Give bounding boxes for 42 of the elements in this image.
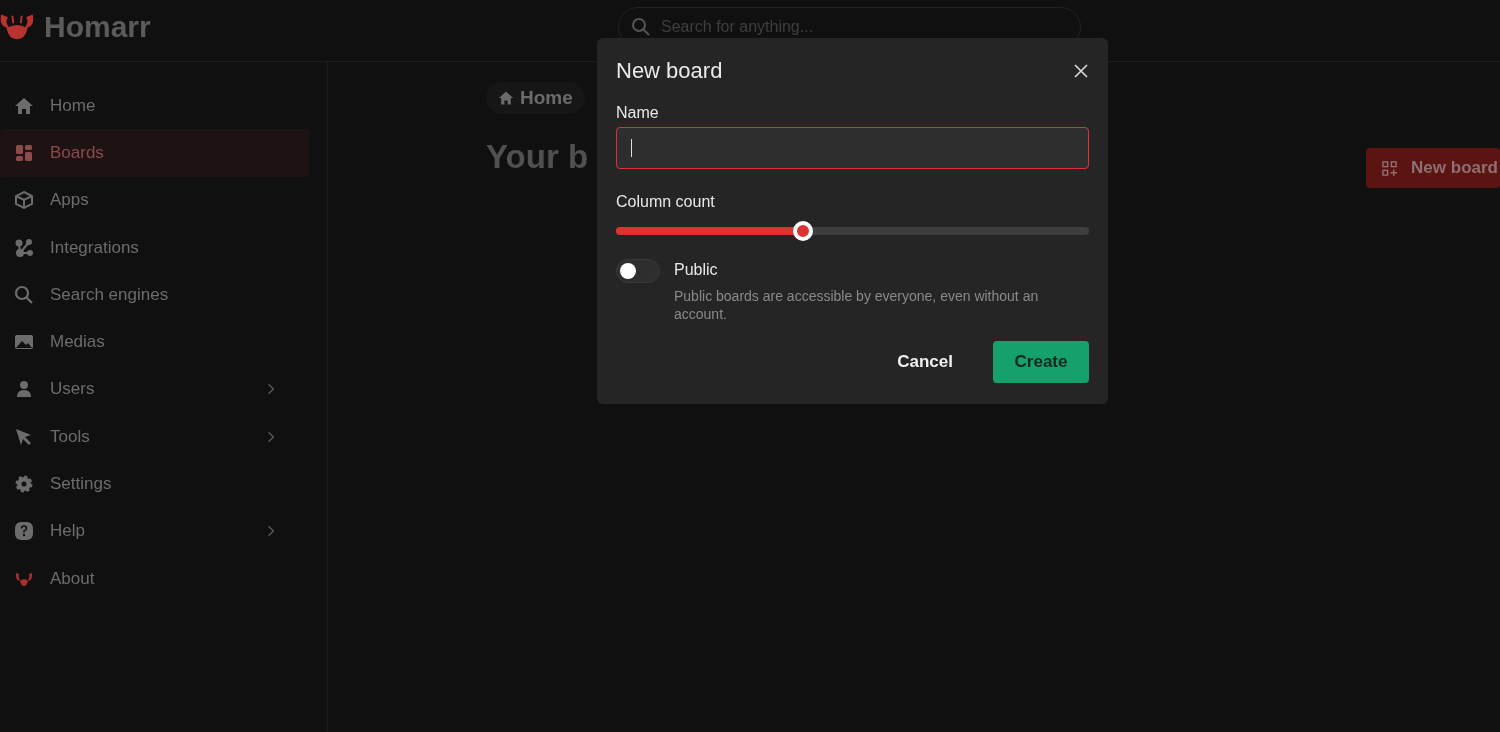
grid-icon <box>14 142 34 163</box>
home-icon <box>14 95 34 116</box>
gear-icon <box>14 474 34 494</box>
chevron-right-icon <box>267 430 275 443</box>
dialog-title: New board <box>616 58 723 84</box>
sidebar-item[interactable]: Apps <box>0 176 309 224</box>
home-breadcrumb[interactable]: Home <box>486 82 585 114</box>
public-toggle[interactable] <box>616 259 660 283</box>
name-input-field[interactable] <box>616 127 1089 169</box>
chevron-right-icon <box>267 383 275 396</box>
person-icon <box>14 379 34 400</box>
slider-thumb[interactable] <box>792 221 813 241</box>
public-label: Public <box>674 261 719 279</box>
sidebar-item[interactable]: Home <box>0 82 309 130</box>
question-icon <box>14 521 34 542</box>
search-icon <box>631 16 651 37</box>
sidebar-item[interactable]: Integrations <box>0 223 309 272</box>
sidebar-item[interactable]: Boards <box>0 129 309 177</box>
public-description: Public boards are accessible by everyone, even without an account. <box>674 287 1040 324</box>
sidebar-item[interactable]: Settings <box>0 460 309 508</box>
new-board-button[interactable]: New board <box>1366 148 1500 188</box>
page-heading: Your b <box>486 138 589 176</box>
cube-icon <box>14 190 34 211</box>
grid-plus-icon <box>1382 160 1398 176</box>
sidebar-item[interactable]: About <box>0 554 309 603</box>
nodes-icon <box>14 237 34 258</box>
column-count-label: Column count <box>616 193 716 211</box>
search-icon <box>14 284 34 305</box>
sidebar-item[interactable]: Medias <box>0 318 309 366</box>
close-icon <box>1073 63 1089 79</box>
sidebar-item[interactable]: Tools <box>0 413 309 461</box>
name-label: Name <box>616 104 660 122</box>
chevron-right-icon <box>267 525 275 538</box>
sidebar-item[interactable]: Search engines <box>0 271 309 319</box>
cancel-button[interactable]: Cancel <box>875 341 975 384</box>
sidebar-item[interactable]: Help <box>0 507 309 555</box>
sidebar-item[interactable]: Users <box>0 365 309 414</box>
cursor-icon <box>14 426 34 447</box>
home-icon <box>498 90 514 106</box>
app-name: Homarr <box>44 9 151 44</box>
column-count-slider[interactable] <box>616 221 1089 241</box>
create-button[interactable]: Create <box>993 341 1089 384</box>
